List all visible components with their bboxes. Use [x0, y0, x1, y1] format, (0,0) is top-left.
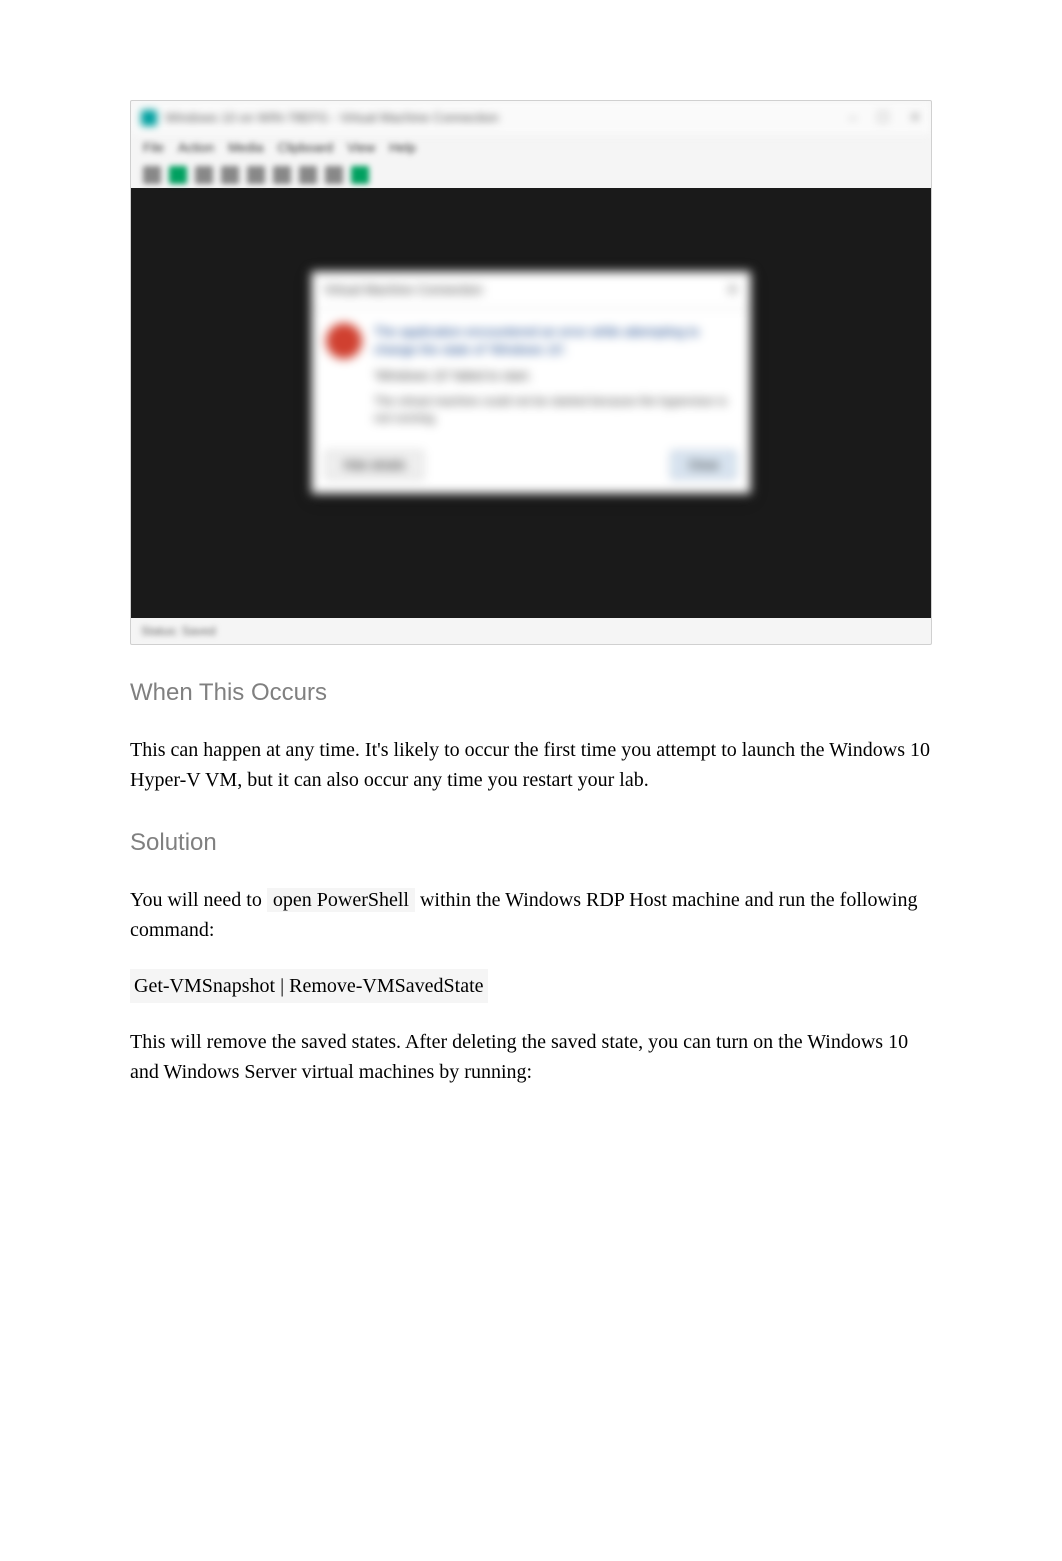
menu-clipboard: Clipboard — [278, 138, 334, 158]
toolbar-icon — [325, 166, 343, 184]
error-sub2: The virtual machine could not be started… — [374, 393, 736, 427]
heading-solution: Solution — [130, 825, 932, 861]
toolbar-icon — [143, 166, 161, 184]
error-icon — [326, 323, 362, 359]
error-dialog: Virtual Machine Connection ✕ The applica… — [311, 271, 751, 494]
toolbar-icon — [221, 166, 239, 184]
menu-file: File — [143, 138, 164, 158]
vm-viewport: Virtual Machine Connection ✕ The applica… — [131, 188, 931, 618]
error-heading: The application encountered an error whi… — [374, 323, 736, 359]
menu-media: Media — [228, 138, 263, 158]
toolbar-icon — [351, 166, 369, 184]
dialog-titlebar: Virtual Machine Connection ✕ — [312, 272, 750, 309]
vm-connection-window: Windows 10 on WIN-78EFG - Virtual Machin… — [130, 100, 932, 645]
hyperv-app-icon — [141, 110, 157, 126]
solution-intro: You will need to open PowerShell within … — [130, 885, 932, 945]
toolbar — [131, 162, 931, 188]
close-button: Close — [671, 451, 736, 479]
window-title: Windows 10 on WIN-78EFG - Virtual Machin… — [165, 108, 499, 128]
error-sub1: 'Windows 10' failed to start. — [374, 367, 736, 385]
vm-error-screenshot: Windows 10 on WIN-78EFG - Virtual Machin… — [130, 100, 932, 645]
dialog-buttons: Hide details Close — [312, 441, 750, 493]
hide-details-button: Hide details — [326, 451, 423, 479]
after-command-text: This will remove the saved states. After… — [130, 1027, 932, 1087]
dialog-text: The application encountered an error whi… — [374, 323, 736, 427]
heading-when-occurs: When This Occurs — [130, 675, 932, 711]
menubar: File Action Media Clipboard View Help — [131, 134, 931, 162]
toolbar-icon — [195, 166, 213, 184]
menu-action: Action — [178, 138, 214, 158]
window-controls: – ☐ ✕ — [849, 107, 921, 128]
close-icon: ✕ — [909, 107, 921, 128]
toolbar-icon — [299, 166, 317, 184]
minimize-icon: – — [849, 107, 857, 128]
dialog-body: The application encountered an error whi… — [312, 309, 750, 441]
dialog-close-icon: ✕ — [727, 280, 738, 300]
window-titlebar: Windows 10 on WIN-78EFG - Virtual Machin… — [131, 101, 931, 134]
open-powershell-code: open PowerShell — [267, 888, 415, 912]
menu-help: Help — [389, 138, 416, 158]
statusbar: Status: Saved — [131, 618, 931, 644]
toolbar-icon — [273, 166, 291, 184]
solution-pre: You will need to — [130, 889, 267, 911]
maximize-icon: ☐ — [877, 107, 890, 128]
dialog-title-text: Virtual Machine Connection — [324, 280, 483, 300]
when-occurs-text: This can happen at any time. It's likely… — [130, 735, 932, 795]
start-icon — [169, 166, 187, 184]
toolbar-icon — [247, 166, 265, 184]
powershell-command: Get-VMSnapshot | Remove-VMSavedState — [130, 969, 488, 1003]
menu-view: View — [347, 138, 375, 158]
